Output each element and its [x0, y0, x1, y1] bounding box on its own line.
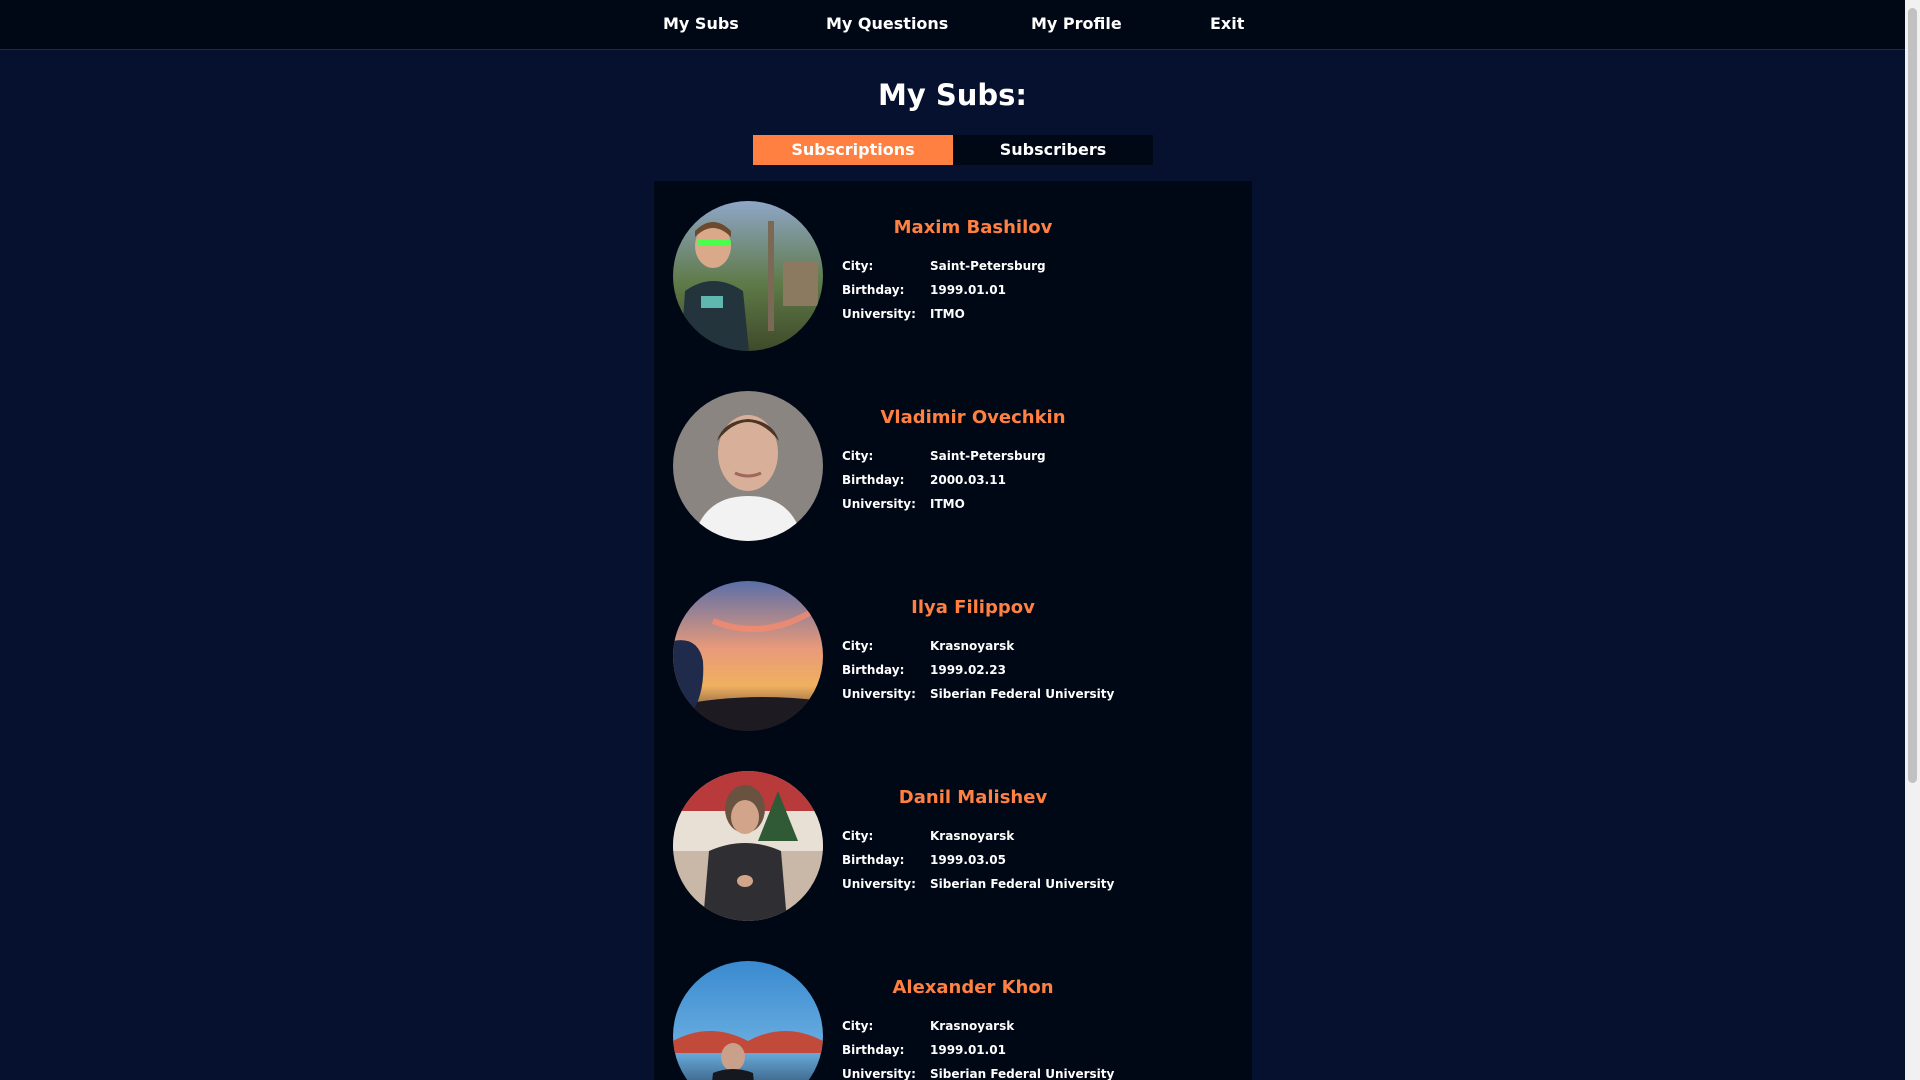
city-value: Krasnoyarsk: [930, 829, 1015, 843]
user-name[interactable]: Danil Malishev: [854, 787, 1092, 808]
user-photo: [673, 771, 823, 921]
university-label: University:: [842, 497, 916, 511]
university-value: Siberian Federal University: [930, 1067, 1115, 1080]
city-value: Krasnoyarsk: [930, 639, 1015, 653]
birthday-value: 1999.03.05: [930, 853, 1006, 867]
university-value: Siberian Federal University: [930, 877, 1115, 891]
user-name[interactable]: Ilya Filippov: [854, 597, 1092, 618]
scrollbar-thumb[interactable]: [1908, 8, 1917, 783]
user-photo: [673, 391, 823, 541]
birthday-label: Birthday:: [842, 663, 905, 677]
city-label: City:: [842, 639, 874, 653]
tab-subscriptions[interactable]: Subscriptions: [753, 135, 953, 165]
birthday-value: 2000.03.11: [930, 473, 1006, 487]
city-value: Saint-Petersburg: [930, 259, 1046, 273]
nav-exit[interactable]: Exit: [1210, 14, 1244, 33]
user-card: Maxim Bashilov City: Saint-Petersburg Bi…: [654, 181, 1252, 371]
user-avatar[interactable]: [673, 201, 823, 351]
subscriptions-list: Maxim Bashilov City: Saint-Petersburg Bi…: [654, 181, 1252, 1080]
birthday-label: Birthday:: [842, 853, 905, 867]
user-avatar[interactable]: [673, 771, 823, 921]
birthday-value: 1999.01.01: [930, 283, 1006, 297]
city-label: City:: [842, 259, 874, 273]
city-label: City:: [842, 449, 874, 463]
nav-my-subs[interactable]: My Subs: [663, 14, 739, 33]
page-scrollbar[interactable]: [1905, 0, 1920, 1080]
city-label: City:: [842, 829, 874, 843]
university-label: University:: [842, 877, 916, 891]
user-card: Ilya Filippov City: Krasnoyarsk Birthday…: [654, 561, 1252, 751]
user-photo: [673, 961, 823, 1080]
user-card: Danil Malishev City: Krasnoyarsk Birthda…: [654, 751, 1252, 941]
user-name[interactable]: Alexander Khon: [854, 977, 1092, 998]
user-card: Vladimir Ovechkin City: Saint-Petersburg…: [654, 371, 1252, 561]
city-value: Krasnoyarsk: [930, 1019, 1015, 1033]
user-name[interactable]: Vladimir Ovechkin: [854, 407, 1092, 428]
birthday-label: Birthday:: [842, 283, 905, 297]
user-avatar[interactable]: [673, 961, 823, 1080]
city-label: City:: [842, 1019, 874, 1033]
user-name[interactable]: Maxim Bashilov: [854, 217, 1092, 238]
university-label: University:: [842, 307, 916, 321]
nav-my-questions[interactable]: My Questions: [826, 14, 948, 33]
birthday-value: 1999.01.01: [930, 1043, 1006, 1057]
birthday-label: Birthday:: [842, 473, 905, 487]
nav-my-profile[interactable]: My Profile: [1031, 14, 1122, 33]
university-value: ITMO: [930, 307, 965, 321]
university-value: Siberian Federal University: [930, 687, 1115, 701]
city-value: Saint-Petersburg: [930, 449, 1046, 463]
university-label: University:: [842, 687, 916, 701]
subs-tabs: Subscriptions Subscribers: [753, 135, 1153, 165]
top-nav-bar: My Subs My Questions My Profile Exit: [0, 0, 1905, 50]
university-label: University:: [842, 1067, 916, 1080]
user-card: Alexander Khon City: Krasnoyarsk Birthda…: [654, 941, 1252, 1080]
user-photo: [673, 581, 823, 731]
user-avatar[interactable]: [673, 581, 823, 731]
university-value: ITMO: [930, 497, 965, 511]
page-title: My Subs:: [877, 78, 1027, 112]
birthday-label: Birthday:: [842, 1043, 905, 1057]
user-avatar[interactable]: [673, 391, 823, 541]
tab-subscribers[interactable]: Subscribers: [953, 135, 1153, 165]
user-photo: [673, 201, 823, 351]
birthday-value: 1999.02.23: [930, 663, 1006, 677]
